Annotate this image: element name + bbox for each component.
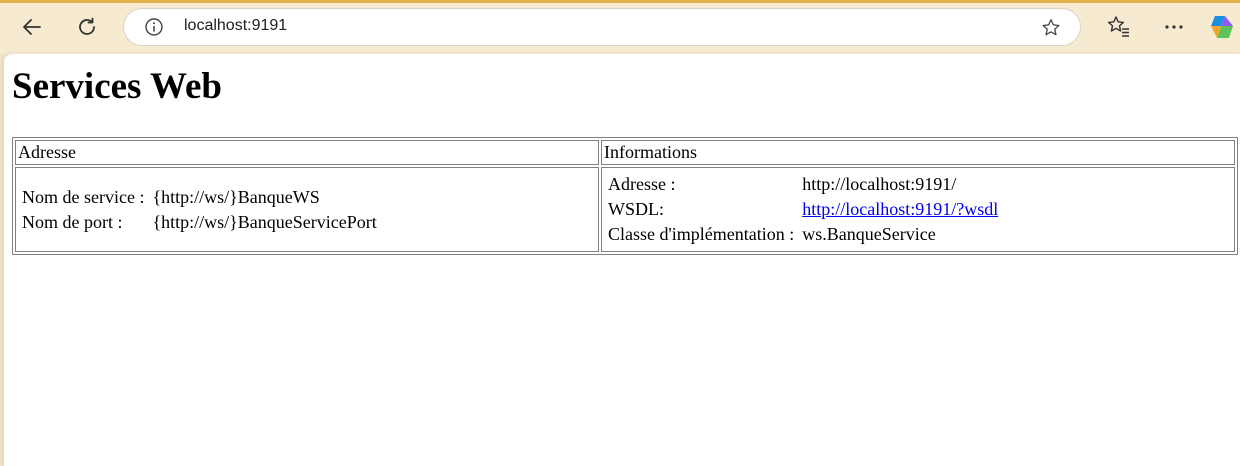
table-row: Nom de service : {http://ws/}BanqueWS No…	[15, 167, 1235, 252]
more-icon	[1165, 25, 1183, 29]
page-title: Services Web	[12, 66, 222, 107]
informations-cell: Adresse : http://localhost:9191/ WSDL: h…	[601, 167, 1235, 252]
reload-button[interactable]	[72, 12, 102, 42]
wsdl-link[interactable]: http://localhost:9191/?wsdl	[802, 199, 998, 219]
reload-icon	[79, 17, 95, 35]
toolbar-accent-line	[0, 0, 1240, 3]
copilot-icon	[1211, 16, 1233, 38]
service-name-value: {http://ws/}BanqueWS	[152, 186, 320, 207]
implementation-class-value: ws.BanqueService	[802, 224, 936, 244]
service-details: Nom de service : {http://ws/}BanqueWS No…	[18, 184, 381, 236]
copilot-button[interactable]	[1207, 12, 1237, 42]
arrow-left-icon	[23, 19, 41, 35]
table-header-row: Adresse Informations	[15, 140, 1235, 165]
address-bar[interactable]: localhost:9191	[123, 8, 1081, 46]
port-name-value: {http://ws/}BanqueServicePort	[152, 211, 377, 232]
services-table: Adresse Informations Nom de service : {h…	[12, 137, 1238, 255]
header-address: Adresse	[15, 140, 599, 165]
address-cell: Nom de service : {http://ws/}BanqueWS No…	[15, 167, 599, 252]
favorites-button[interactable]	[1104, 12, 1134, 42]
wsdl-label: WSDL:	[608, 199, 664, 219]
back-button[interactable]	[17, 12, 47, 42]
address-label: Adresse :	[608, 174, 676, 194]
info-icon[interactable]	[144, 17, 164, 37]
url-text[interactable]: localhost:9191	[184, 17, 287, 35]
service-name-label: Nom de service :	[22, 186, 145, 207]
address-value: http://localhost:9191/	[802, 174, 957, 194]
page-viewport: Services Web Adresse Informations Nom de…	[4, 54, 1240, 466]
star-icon[interactable]	[1040, 17, 1062, 39]
implementation-class-label: Classe d'implémentation :	[608, 224, 795, 244]
wsdl-cell: http://localhost:9191/?wsdl	[800, 198, 1000, 221]
info-details: Adresse : http://localhost:9191/ WSDL: h…	[604, 171, 1002, 248]
favorites-icon	[1107, 16, 1129, 37]
header-informations: Informations	[601, 140, 1235, 165]
more-button[interactable]	[1159, 12, 1189, 42]
browser-toolbar: localhost:9191	[0, 0, 1240, 54]
port-name-label: Nom de port :	[22, 211, 123, 232]
